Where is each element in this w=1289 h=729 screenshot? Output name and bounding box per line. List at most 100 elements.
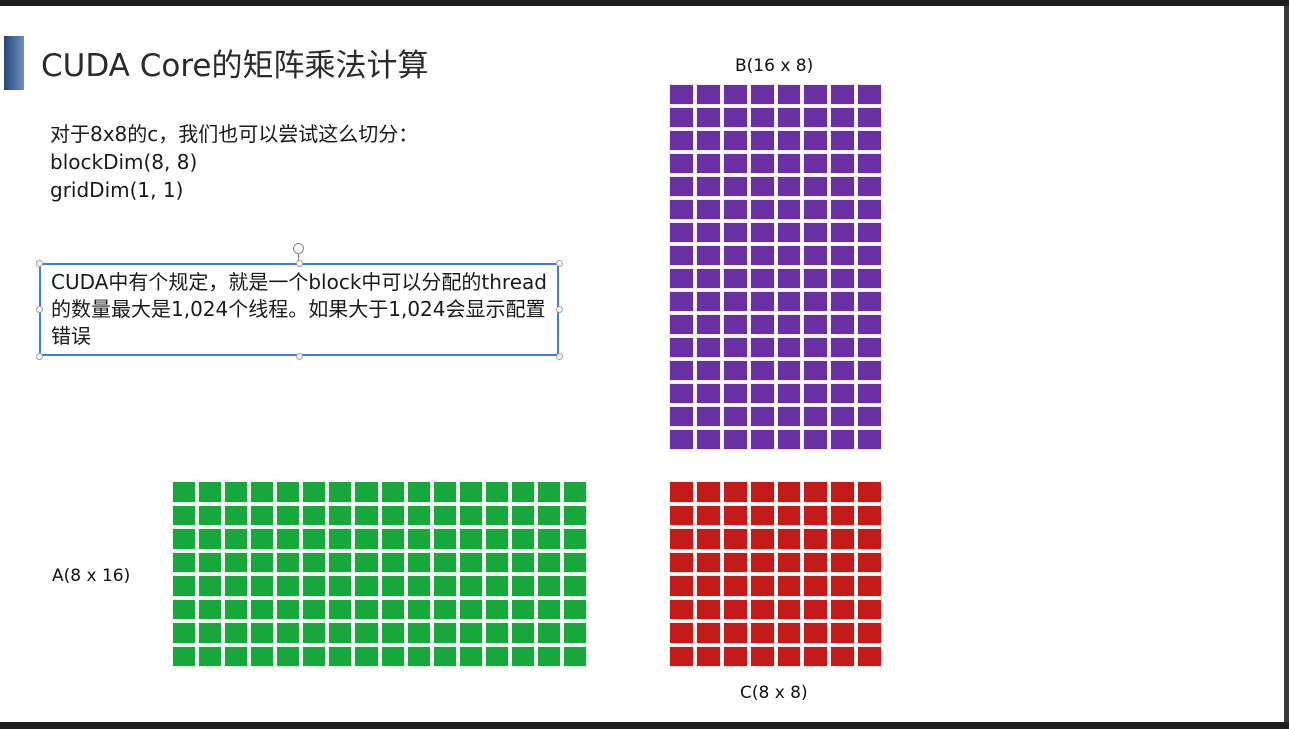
matrix-cell [669,504,694,526]
matrix-cell [776,622,802,644]
matrix-cell [198,622,223,644]
matrix-cell [484,598,509,620]
matrix-cell [669,107,694,128]
matrix-cell [749,222,775,243]
matrix-cell [695,337,721,358]
matrix-cell [722,176,748,197]
matrix-cell [432,504,457,526]
matrix-cell [328,645,353,667]
selected-text-box[interactable]: CUDA中有个规定，就是一个block中可以分配的thread的数量最大是1,0… [39,263,559,356]
matrix-cell [510,504,535,526]
matrix-cell [536,598,561,620]
matrix-cell [302,528,327,550]
matrix-a-label: A(8 x 16) [52,566,131,586]
matrix-cell [695,551,721,573]
matrix-cell [328,528,353,550]
matrix-cell [562,598,587,620]
matrix-cell [669,153,694,174]
resize-handle-right[interactable] [556,306,563,313]
matrix-c-grid [668,480,883,668]
matrix-cell [380,575,405,597]
matrix-cell [669,176,694,197]
matrix-cell [722,383,748,404]
matrix-cell [562,481,587,503]
matrix-cell [276,622,301,644]
matrix-cell [432,575,457,597]
matrix-cell [432,551,457,573]
matrix-cell [803,222,829,243]
matrix-cell [803,504,829,526]
matrix-cell [722,622,748,644]
matrix-cell [776,107,802,128]
resize-handle-top[interactable] [296,260,303,267]
matrix-cell [562,575,587,597]
resize-handle-bottom-right[interactable] [556,353,563,360]
matrix-cell [484,575,509,597]
resize-handle-left[interactable] [36,306,43,313]
matrix-cell [510,481,535,503]
matrix-cell [458,481,483,503]
matrix-cell [803,528,829,550]
matrix-cell [406,645,431,667]
matrix-cell [857,314,882,335]
matrix-cell [749,598,775,620]
resize-handle-bottom-left[interactable] [36,353,43,360]
matrix-cell [172,551,197,573]
resize-handle-top-left[interactable] [36,260,43,267]
matrix-cell [776,199,802,220]
matrix-cell [776,360,802,381]
matrix-cell [749,504,775,526]
matrix-cell [432,622,457,644]
matrix-cell [380,622,405,644]
matrix-cell [803,360,829,381]
matrix-cell [722,481,748,503]
matrix-cell [749,199,775,220]
matrix-cell [749,130,775,151]
matrix-cell [857,130,882,151]
matrix-cell [857,245,882,266]
matrix-cell [562,551,587,573]
matrix-cell [776,528,802,550]
matrix-cell [354,598,379,620]
matrix-cell [224,622,249,644]
matrix-cell [857,598,882,620]
matrix-cell [432,598,457,620]
title-accent-bar [4,36,24,90]
matrix-cell [536,645,561,667]
matrix-cell [695,598,721,620]
matrix-cell [803,199,829,220]
matrix-cell [749,383,775,404]
matrix-cell [328,551,353,573]
matrix-cell [224,528,249,550]
callout-text[interactable]: CUDA中有个规定，就是一个block中可以分配的thread的数量最大是1,0… [51,269,547,350]
matrix-cell [198,481,223,503]
matrix-cell [857,222,882,243]
slide: CUDA Core的矩阵乘法计算 对于8x8的c，我们也可以尝试这么切分： bl… [0,6,1284,722]
matrix-cell [776,130,802,151]
matrix-cell [830,107,856,128]
matrix-cell [695,383,721,404]
matrix-cell [224,575,249,597]
resize-handle-top-right[interactable] [556,260,563,267]
matrix-cell [803,575,829,597]
matrix-cell [722,528,748,550]
resize-handle-bottom[interactable] [296,353,303,360]
matrix-cell [198,504,223,526]
matrix-cell [749,406,775,427]
matrix-cell [830,504,856,526]
matrix-cell [695,429,721,450]
matrix-cell [172,622,197,644]
matrix-cell [380,551,405,573]
matrix-cell [830,314,856,335]
matrix-cell [695,504,721,526]
matrix-cell [250,645,275,667]
matrix-cell [458,551,483,573]
matrix-cell [749,245,775,266]
matrix-cell [830,199,856,220]
matrix-cell [484,551,509,573]
matrix-cell [276,481,301,503]
matrix-cell [669,268,694,289]
window-scrollbar[interactable] [1284,6,1289,722]
matrix-cell [803,176,829,197]
matrix-cell [830,176,856,197]
